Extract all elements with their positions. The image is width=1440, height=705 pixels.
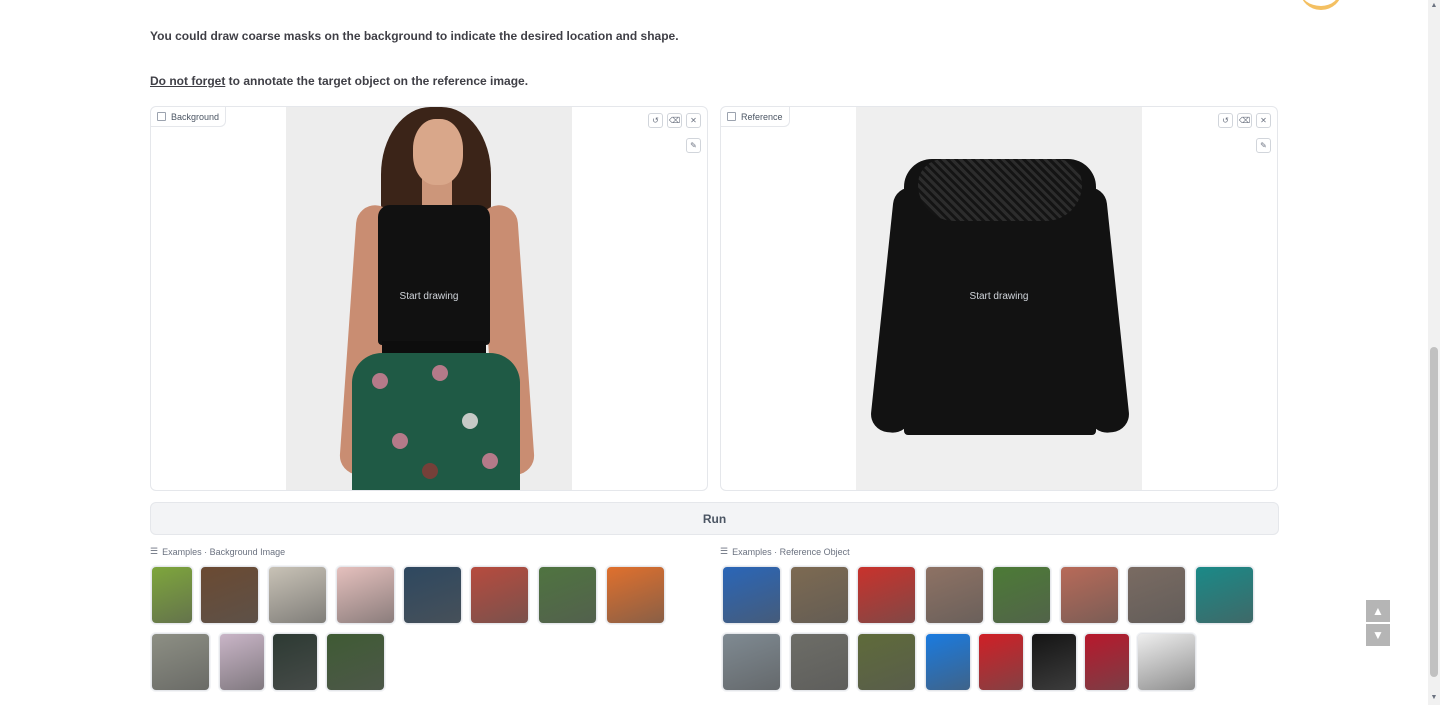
example-thumbnail[interactable] bbox=[925, 566, 984, 624]
example-thumbnail[interactable] bbox=[219, 633, 265, 691]
brush-icon[interactable]: ✎ bbox=[1256, 138, 1271, 153]
editor-toolbar: ↺ ⌫ ✕ bbox=[1218, 113, 1271, 128]
example-thumbnail[interactable] bbox=[992, 566, 1051, 624]
example-thumbnail[interactable] bbox=[1060, 566, 1119, 624]
reference-label: Reference bbox=[721, 107, 790, 127]
start-drawing-hint: Start drawing bbox=[399, 291, 459, 302]
erase-icon[interactable]: ⌫ bbox=[1237, 113, 1252, 128]
example-thumbnail[interactable] bbox=[722, 633, 781, 691]
background-image-editor[interactable]: Background ↺ ⌫ ✕ ✎ Start drawing bbox=[150, 106, 708, 491]
examples-reference-title: ☰ Examples · Reference Object bbox=[720, 546, 850, 557]
example-thumbnail[interactable] bbox=[1127, 566, 1186, 624]
scrollbar-thumb[interactable] bbox=[1430, 347, 1438, 677]
background-label: Background bbox=[151, 107, 227, 127]
undo-icon[interactable]: ↺ bbox=[648, 113, 663, 128]
example-thumbnail[interactable] bbox=[1195, 566, 1254, 624]
run-button[interactable]: Run bbox=[150, 502, 1279, 535]
example-thumbnail[interactable] bbox=[978, 633, 1024, 691]
list-icon: ☰ bbox=[150, 546, 159, 556]
scrollbar-up-arrow[interactable]: ▲ bbox=[1429, 2, 1439, 9]
editor-toolbar: ↺ ⌫ ✕ bbox=[648, 113, 701, 128]
example-thumbnail[interactable] bbox=[1137, 633, 1196, 691]
example-thumbnail[interactable] bbox=[200, 566, 259, 624]
examples-background-title: ☰ Examples · Background Image bbox=[150, 546, 286, 557]
undo-icon[interactable]: ↺ bbox=[1218, 113, 1233, 128]
example-thumbnail[interactable] bbox=[606, 566, 665, 624]
example-thumbnail[interactable] bbox=[151, 566, 193, 624]
logo-decoration bbox=[1300, 0, 1342, 10]
example-thumbnail[interactable] bbox=[790, 566, 849, 624]
image-icon bbox=[727, 112, 736, 121]
example-thumbnail[interactable] bbox=[1084, 633, 1130, 691]
start-drawing-hint: Start drawing bbox=[969, 291, 1029, 302]
example-thumbnail[interactable] bbox=[403, 566, 462, 624]
image-icon bbox=[157, 112, 166, 121]
example-thumbnail[interactable] bbox=[272, 633, 318, 691]
list-icon: ☰ bbox=[720, 546, 729, 556]
erase-icon[interactable]: ⌫ bbox=[667, 113, 682, 128]
scrollbar-down-arrow[interactable]: ▼ bbox=[1429, 694, 1439, 701]
example-thumbnail[interactable] bbox=[538, 566, 597, 624]
example-thumbnail[interactable] bbox=[857, 633, 916, 691]
close-icon[interactable]: ✕ bbox=[686, 113, 701, 128]
example-thumbnail[interactable] bbox=[1031, 633, 1077, 691]
example-thumbnail[interactable] bbox=[336, 566, 395, 624]
example-thumbnail[interactable] bbox=[326, 633, 385, 691]
example-thumbnail[interactable] bbox=[470, 566, 529, 624]
scroll-up-button[interactable]: ▲ bbox=[1366, 600, 1390, 622]
brush-icon[interactable]: ✎ bbox=[686, 138, 701, 153]
reference-image-editor[interactable]: Reference ↺ ⌫ ✕ ✎ Start drawing bbox=[720, 106, 1278, 491]
do-not-forget-link[interactable]: Do not forget bbox=[150, 74, 225, 88]
scroll-down-button[interactable]: ▼ bbox=[1366, 624, 1390, 646]
instruction-text: You could draw coarse masks on the backg… bbox=[150, 29, 679, 43]
example-thumbnail[interactable] bbox=[722, 566, 781, 624]
example-thumbnail[interactable] bbox=[268, 566, 327, 624]
example-thumbnail[interactable] bbox=[151, 633, 210, 691]
example-thumbnail[interactable] bbox=[790, 633, 849, 691]
instruction-text-2: Do not forget to annotate the target obj… bbox=[150, 74, 529, 88]
close-icon[interactable]: ✕ bbox=[1256, 113, 1271, 128]
example-thumbnail[interactable] bbox=[857, 566, 916, 624]
example-thumbnail[interactable] bbox=[925, 633, 971, 691]
